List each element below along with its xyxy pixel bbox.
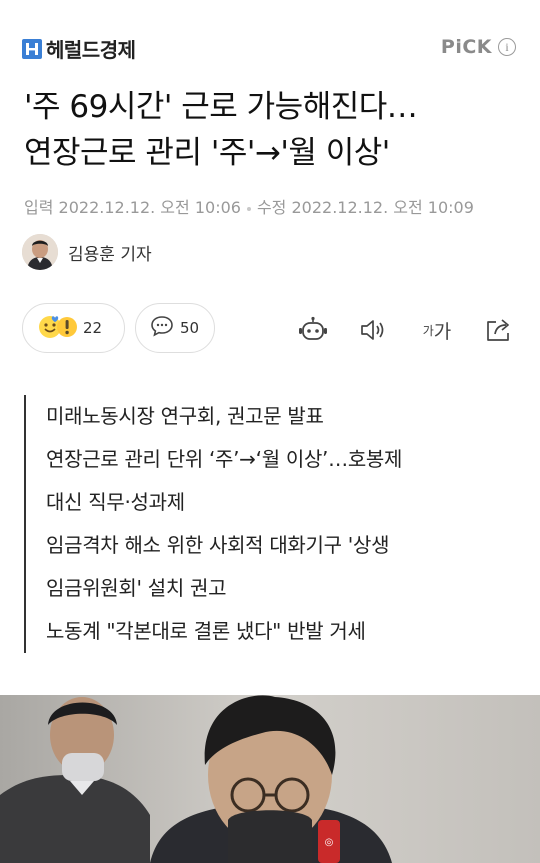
summary-line: 대신 직무·성과제 [46,490,185,514]
publisher-name: 헤럴드경제 [46,38,136,62]
modified-time: 수정 2022.12.12. 오전 10:09 [256,198,474,217]
font-size-icon[interactable]: 가가 [419,315,455,345]
reaction-count: 22 [83,319,103,337]
reaction-button[interactable]: 22 [22,303,125,353]
audio-speaker-icon[interactable] [358,315,388,345]
article-headline: '주 69시간' 근로 가능해진다… 연장근로 관리 '주'→'월 이상' [24,84,524,176]
summary-line: 노동계 "각본대로 결론 냈다" 반발 거세 [46,619,366,643]
published-time: 입력 2022.12.12. 오전 10:06 [24,198,241,217]
comment-count: 50 [180,319,200,337]
article-photo[interactable]: ◎ [0,695,540,863]
summary-line: 미래노동시장 연구회, 권고문 발표 [46,404,324,428]
author-name: 김용훈 기자 [68,244,152,265]
share-icon[interactable] [484,315,514,345]
author-row[interactable]: 김용훈 기자 [22,234,152,270]
svg-text:◎: ◎ [325,837,334,848]
app-header: 헤럴드경제 PiCK i [0,0,540,88]
summary-line: 임금격차 해소 위한 사회적 대화기구 '상생 [46,533,390,557]
headline-line-1: '주 69시간' 근로 가능해진다… [24,89,418,125]
info-icon[interactable]: i [498,38,516,56]
summary-line: 연장근로 관리 단위 ‘주’→‘월 이상’…호봉제 [46,447,403,471]
article-summary: 미래노동시장 연구회, 권고문 발표 연장근로 관리 단위 ‘주’→‘월 이상’… [24,395,514,653]
article-meta: 입력 2022.12.12. 오전 10:06 수정 2022.12.12. 오전… [24,194,474,218]
herald-logo-icon [22,38,42,59]
publisher-logo[interactable]: 헤럴드경제 [22,34,136,63]
robot-summary-icon[interactable] [298,315,328,345]
author-avatar[interactable] [22,234,58,270]
article-action-bar: 22 50 가가 [0,303,540,357]
pick-badge[interactable]: PiCK i [441,36,516,58]
summary-line: 임금위원회' 설치 권고 [46,576,227,600]
headline-line-2: 연장근로 관리 '주'→'월 이상' [24,135,390,171]
pick-label: PiCK [440,36,492,58]
reaction-emoji-icon [37,313,77,343]
comment-button[interactable]: 50 [135,303,215,353]
comment-icon [150,315,174,341]
separator-dot [246,206,251,211]
